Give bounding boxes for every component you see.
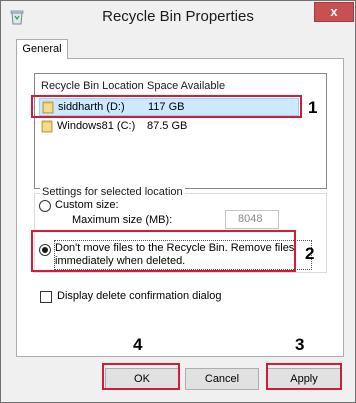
tab-general[interactable]: General	[16, 39, 68, 59]
confirm-checkbox[interactable]	[40, 291, 52, 303]
confirm-label: Display delete confirmation dialog	[57, 290, 222, 302]
annotation-number-1: 1	[308, 98, 318, 117]
close-button[interactable]: x	[314, 2, 354, 22]
custom-size-radio[interactable]	[39, 200, 51, 212]
column-header-space[interactable]: Space Available	[147, 80, 225, 92]
highlight-box-2	[31, 230, 296, 272]
location-name: Windows81 (C:)	[57, 120, 136, 132]
max-size-input[interactable]: 8048	[225, 210, 279, 229]
close-icon: x	[330, 4, 338, 19]
annotation-number-2: 2	[305, 244, 315, 263]
title-bar: Recycle Bin Properties x	[1, 1, 355, 33]
column-header-location[interactable]: Recycle Bin Location	[41, 80, 144, 92]
window-title: Recycle Bin Properties	[102, 8, 254, 25]
custom-size-label: Custom size:	[55, 199, 119, 211]
max-size-label: Maximum size (MB):	[72, 214, 173, 226]
location-space: 87.5 GB	[147, 120, 188, 132]
properties-window: Recycle Bin Properties x General Recycle…	[0, 0, 356, 403]
annotation-number-4: 4	[133, 335, 143, 354]
annotation-number-3: 3	[295, 335, 305, 354]
settings-group-label: Settings for selected location	[40, 186, 185, 198]
highlight-box-4	[102, 363, 180, 390]
cancel-button[interactable]: Cancel	[185, 368, 259, 390]
highlight-box-3	[266, 363, 342, 390]
highlight-box-1	[31, 95, 302, 118]
list-item[interactable]: Windows81 (C:) 87.5 GB	[39, 118, 299, 136]
location-list[interactable]: Recycle Bin Location Space Available sid…	[34, 73, 327, 189]
drive-folder-icon	[41, 120, 53, 133]
